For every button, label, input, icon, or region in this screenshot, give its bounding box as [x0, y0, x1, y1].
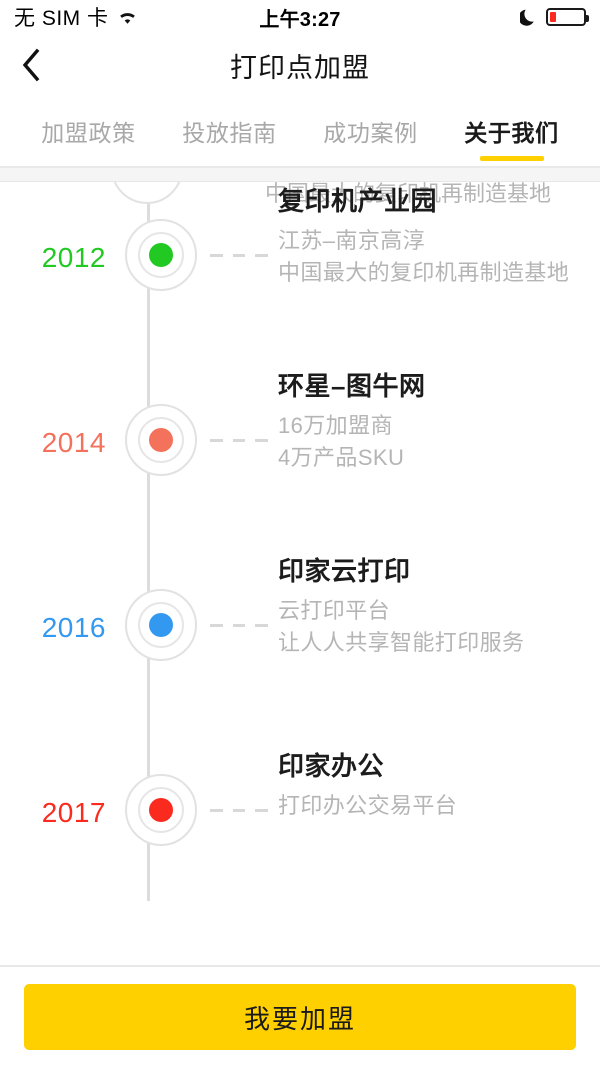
connector-dash: [210, 253, 223, 257]
timeline-entry-description: 云打印平台: [278, 598, 391, 624]
node-dot: [149, 243, 173, 267]
timeline-node: [120, 769, 202, 965]
connector-dash: [232, 808, 246, 812]
section-gap: [0, 168, 600, 182]
timeline-year: 2017: [41, 797, 106, 828]
battery-fill: [550, 12, 557, 22]
connector-dash: [232, 253, 246, 257]
status-bar-left: 无 SIM 卡: [14, 2, 138, 32]
bottom-action-bar: 我要加盟: [0, 965, 600, 1067]
timeline-entry-description: 江苏–南京高淳: [278, 228, 426, 254]
timeline-year: 2014: [41, 427, 106, 458]
timeline-entry-description: 打印办公交易平台: [278, 793, 458, 819]
timeline-connector: [202, 214, 278, 296]
chevron-left-icon: [21, 48, 41, 82]
connector-dash: [255, 438, 269, 442]
tab-active-indicator: [479, 156, 544, 161]
clock-label: 上午3:27: [259, 8, 341, 31]
tab-about-us[interactable]: 关于我们: [441, 96, 582, 166]
timeline-entry-description: 4万产品SKU: [278, 444, 405, 470]
status-bar-right: [520, 8, 589, 27]
timeline-connector: [202, 584, 278, 666]
timeline-year: 2012: [41, 242, 106, 273]
connector-dash: [232, 623, 246, 627]
tab-placement-guide[interactable]: 投放指南: [159, 96, 300, 166]
node-dot: [149, 613, 173, 637]
connector-dash: [210, 808, 223, 812]
carrier-label: 无 SIM 卡: [14, 7, 109, 30]
timeline-entry: 2016 印家云打印 云打印平台 让人人共享智能打印服务: [0, 556, 600, 769]
connector-dash: [255, 253, 269, 257]
timeline-entry-description: 16万加盟商: [278, 413, 393, 439]
timeline-scroll-area[interactable]: 中国最大的复印机再制造基地 2012 复印机产业园 江苏–南京高淳 中国最大的复…: [0, 182, 600, 965]
tab-label: 关于我们: [464, 120, 559, 146]
tab-join-policy[interactable]: 加盟政策: [18, 96, 159, 166]
timeline: 中国最大的复印机再制造基地 2012 复印机产业园 江苏–南京高淳 中国最大的复…: [0, 182, 600, 965]
app-screen: 无 SIM 卡 上午3:27 打印点加盟 加盟政策 投放指南 成功案例 关于我们…: [0, 0, 600, 1067]
join-now-button[interactable]: 我要加盟: [24, 984, 576, 1050]
timeline-year: 2016: [41, 612, 106, 643]
connector-dash: [255, 808, 269, 812]
timeline-entry-title: 复印机产业园: [278, 186, 438, 216]
timeline-entry-description: 让人人共享智能打印服务: [278, 629, 525, 655]
timeline-node: [120, 399, 202, 481]
timeline-entry-body: 印家办公 打印办公交易平台: [278, 743, 600, 822]
wifi-icon: [117, 10, 138, 26]
timeline-entry-title: 印家办公: [278, 751, 385, 781]
timeline-entry-body: 环星–图牛网 16万加盟商 4万产品SKU: [278, 363, 600, 474]
connector-dash: [232, 438, 246, 442]
tab-label: 投放指南: [182, 120, 277, 146]
tab-label: 成功案例: [323, 120, 418, 146]
tab-label: 加盟政策: [41, 120, 136, 146]
connector-dash: [255, 623, 269, 627]
timeline-node: [120, 214, 202, 296]
tab-success-cases[interactable]: 成功案例: [300, 96, 441, 166]
tab-bar: 加盟政策 投放指南 成功案例 关于我们: [0, 96, 600, 166]
timeline-entry-body: 印家云打印 云打印平台 让人人共享智能打印服务: [278, 548, 600, 659]
battery-icon: [546, 8, 589, 26]
timeline-entry: 2017 印家办公 打印办公交易平台: [0, 751, 600, 965]
timeline-connector: [202, 399, 278, 481]
timeline-connector: [202, 769, 278, 851]
navigation-bar: 打印点加盟: [0, 34, 600, 96]
node-dot: [149, 798, 173, 822]
moon-icon: [520, 8, 537, 27]
timeline-entry-title: 印家云打印: [278, 556, 411, 586]
status-bar: 无 SIM 卡 上午3:27: [0, 0, 600, 34]
connector-dash: [210, 623, 223, 627]
connector-dash: [210, 438, 223, 442]
node-dot: [149, 428, 173, 452]
node-outer-ring: [111, 182, 183, 204]
back-button[interactable]: [0, 34, 62, 96]
timeline-node: [120, 584, 202, 666]
timeline-entry-description: 中国最大的复印机再制造基地: [278, 259, 570, 285]
timeline-entry-body: 复印机产业园 江苏–南京高淳 中国最大的复印机再制造基地: [278, 182, 600, 289]
page-title: 打印点加盟: [230, 52, 370, 83]
timeline-entry-title: 环星–图牛网: [278, 371, 426, 401]
